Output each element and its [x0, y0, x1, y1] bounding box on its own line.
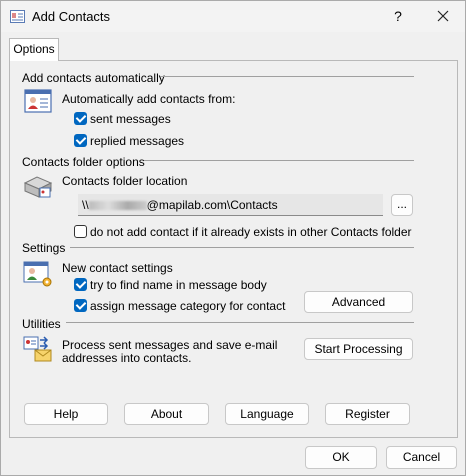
utilities-desc-line2: addresses into contacts. — [62, 351, 192, 365]
folder-heading: Contacts folder options — [22, 155, 145, 169]
replied-messages-label[interactable]: replied messages — [90, 134, 184, 148]
utilities-divider — [66, 322, 414, 323]
auto-add-heading: Add contacts automatically — [22, 71, 165, 85]
assign-category-label[interactable]: assign message category for contact — [90, 299, 285, 313]
skip-existing-label[interactable]: do not add contact if it already exists … — [90, 225, 412, 239]
auto-add-label: Automatically add contacts from: — [62, 92, 236, 106]
replied-messages-checkbox[interactable] — [74, 134, 87, 147]
find-name-checkbox[interactable] — [74, 278, 87, 291]
folder-drive-icon — [23, 176, 53, 198]
folder-location-label: Contacts folder location — [62, 174, 188, 188]
settings-heading: Settings — [22, 241, 66, 255]
title-bar: Add Contacts ? — [1, 1, 465, 32]
tab-options[interactable]: Options — [9, 38, 59, 61]
find-name-label[interactable]: try to find name in message body — [90, 278, 267, 292]
close-icon[interactable] — [429, 5, 457, 27]
utilities-desc-line1: Process sent messages and save e-mail — [62, 338, 278, 352]
ok-button[interactable]: OK — [305, 446, 377, 469]
settings-divider — [70, 247, 414, 248]
folder-path-suffix: @mapilab.com\Contacts — [146, 198, 278, 212]
contact-settings-icon — [23, 261, 52, 287]
help-icon[interactable]: ? — [386, 5, 410, 27]
language-button[interactable]: Language — [225, 403, 309, 425]
contact-card-icon — [24, 89, 52, 113]
register-button[interactable]: Register — [325, 403, 410, 425]
help-button[interactable]: Help — [24, 403, 108, 425]
browse-folder-button[interactable]: ... — [391, 194, 413, 216]
start-processing-button[interactable]: Start Processing — [304, 338, 413, 360]
folder-path-field[interactable]: \\ @mapilab.com\Contacts — [78, 194, 383, 216]
assign-category-checkbox[interactable] — [74, 299, 87, 312]
redacted-username — [88, 201, 147, 211]
utilities-heading: Utilities — [22, 317, 61, 331]
auto-add-divider — [160, 76, 414, 77]
folder-path-prefix: \\ — [82, 198, 89, 212]
skip-existing-checkbox[interactable] — [74, 225, 87, 238]
window-title: Add Contacts — [32, 9, 111, 24]
folder-divider — [144, 160, 414, 161]
sent-messages-checkbox[interactable] — [74, 112, 87, 125]
add-contacts-dialog: Add Contacts ? Options Add contacts auto… — [0, 0, 466, 476]
about-button[interactable]: About — [124, 403, 209, 425]
cancel-button[interactable]: Cancel — [386, 446, 457, 469]
process-messages-icon — [23, 336, 52, 362]
advanced-button[interactable]: Advanced — [304, 291, 413, 313]
contacts-app-icon — [10, 10, 25, 23]
new-contact-settings-label: New contact settings — [62, 261, 173, 275]
sent-messages-label[interactable]: sent messages — [90, 112, 171, 126]
